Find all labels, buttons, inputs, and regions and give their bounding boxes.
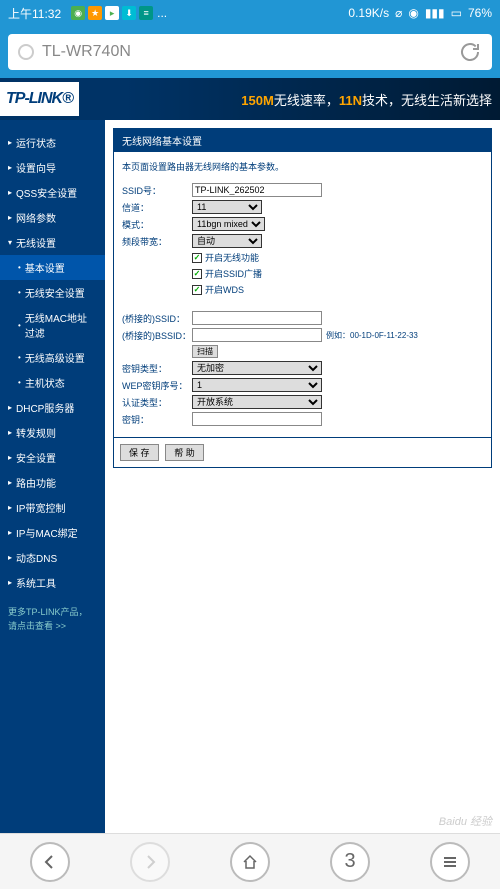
nav-item[interactable]: 路由功能 xyxy=(0,470,105,495)
banner-t2: 技术，无线生活新选择 xyxy=(362,93,492,108)
key-label: 密钥： xyxy=(122,413,192,426)
bridge-ssid-input[interactable] xyxy=(192,311,322,325)
nav-item[interactable]: 安全设置 xyxy=(0,445,105,470)
bridge-ssid-label: (桥接的)SSID： xyxy=(122,312,192,325)
mode-select[interactable]: 11bgn mixed xyxy=(192,217,265,231)
key-type-label: 密钥类型： xyxy=(122,362,192,375)
site-icon xyxy=(18,44,34,60)
nav-item[interactable]: 无线MAC地址过滤 xyxy=(0,305,105,345)
nav-item[interactable]: QSS安全设置 xyxy=(0,180,105,205)
battery-icon: ▭ xyxy=(451,6,462,20)
bottom-nav: 3 xyxy=(0,833,500,889)
sidebar: 运行状态设置向导QSS安全设置网络参数无线设置基本设置无线安全设置无线MAC地址… xyxy=(0,120,105,880)
header-banner: TP-LINK® 150M无线速率，11N技术，无线生活新选择 xyxy=(0,78,500,120)
tabs-button[interactable]: 3 xyxy=(330,842,370,882)
battery-pct: 76% xyxy=(468,6,492,20)
nav-item[interactable]: 无线设置 xyxy=(0,230,105,255)
panel-title: 无线网络基本设置 xyxy=(114,129,491,152)
wep-select[interactable]: 1 xyxy=(192,378,322,392)
nav-item[interactable]: 系统工具 xyxy=(0,570,105,595)
status-time: 上午11:32 xyxy=(8,5,61,22)
save-button[interactable]: 保 存 xyxy=(120,444,159,461)
nav-item[interactable]: 动态DNS xyxy=(0,545,105,570)
ssid-label: SSID号： xyxy=(122,184,192,197)
status-dots: ... xyxy=(157,6,167,20)
url-input[interactable]: TL-WR740N xyxy=(8,34,492,70)
wifi-icon: ◉ xyxy=(408,6,418,20)
refresh-icon[interactable] xyxy=(458,40,482,64)
ssid-input[interactable] xyxy=(192,183,322,197)
wep-label: WEP密钥序号： xyxy=(122,379,192,392)
mute-icon: ⌀ xyxy=(395,6,402,20)
bridge-bssid-input[interactable] xyxy=(192,328,322,342)
status-app-icons: ◉ ★ ▸ ⬇ ≡ xyxy=(71,6,153,20)
chk1-label: 开启无线功能 xyxy=(205,251,259,264)
nav-item[interactable]: 基本设置 xyxy=(0,255,105,280)
bridge-bssid-label: (桥接的)BSSID： xyxy=(122,329,192,342)
nav-item[interactable]: 主机状态 xyxy=(0,370,105,395)
nav-item[interactable]: 网络参数 xyxy=(0,205,105,230)
banner-hl2: 11N xyxy=(339,93,362,108)
home-button[interactable] xyxy=(230,842,270,882)
signal-icon: ▮▮▮ xyxy=(425,6,445,20)
tplink-logo: TP-LINK® xyxy=(0,82,79,116)
url-text: TL-WR740N xyxy=(42,43,131,61)
auth-label: 认证类型： xyxy=(122,396,192,409)
settings-panel: 无线网络基本设置 本页面设置路由器无线网络的基本参数。 SSID号： 信道：11… xyxy=(113,128,492,468)
banner-hl1: 150M xyxy=(241,93,274,108)
nav-item[interactable]: 设置向导 xyxy=(0,155,105,180)
banner-t1: 无线速率， xyxy=(274,93,339,108)
status-speed: 0.19K/s xyxy=(348,6,389,20)
nav-item[interactable]: 无线高级设置 xyxy=(0,345,105,370)
nav-item[interactable]: DHCP服务器 xyxy=(0,395,105,420)
chk3-label: 开启WDS xyxy=(205,283,244,296)
key-input[interactable] xyxy=(192,412,322,426)
watermark: Baidu 经验 xyxy=(439,813,492,829)
chk2-label: 开启SSID广播 xyxy=(205,267,262,280)
key-type-select[interactable]: 无加密 xyxy=(192,361,322,375)
menu-button[interactable] xyxy=(430,842,470,882)
nav-item[interactable]: 无线安全设置 xyxy=(0,280,105,305)
back-button[interactable] xyxy=(30,842,70,882)
nav-item[interactable]: 转发规则 xyxy=(0,420,105,445)
nav-promo[interactable]: 更多TP-LINK产品，请点击查看 >> xyxy=(0,595,105,644)
wireless-checkbox[interactable]: ✓ xyxy=(192,253,202,263)
bandwidth-label: 频段带宽： xyxy=(122,235,192,248)
forward-button[interactable] xyxy=(130,842,170,882)
nav-item[interactable]: IP与MAC绑定 xyxy=(0,520,105,545)
nav-item[interactable]: 运行状态 xyxy=(0,130,105,155)
bandwidth-select[interactable]: 自动 xyxy=(192,234,262,248)
mode-label: 模式： xyxy=(122,218,192,231)
nav-item[interactable]: IP带宽控制 xyxy=(0,495,105,520)
help-button[interactable]: 帮 助 xyxy=(165,444,204,461)
auth-select[interactable]: 开放系统 xyxy=(192,395,322,409)
channel-label: 信道： xyxy=(122,201,192,214)
wds-checkbox[interactable]: ✓ xyxy=(192,285,202,295)
ssid-broadcast-checkbox[interactable]: ✓ xyxy=(192,269,202,279)
panel-desc: 本页面设置路由器无线网络的基本参数。 xyxy=(122,160,483,173)
bssid-note: 例如：00-1D-0F-11-22-33 xyxy=(326,330,418,341)
channel-select[interactable]: 11 xyxy=(192,200,262,214)
scan-button[interactable]: 扫描 xyxy=(192,345,218,358)
